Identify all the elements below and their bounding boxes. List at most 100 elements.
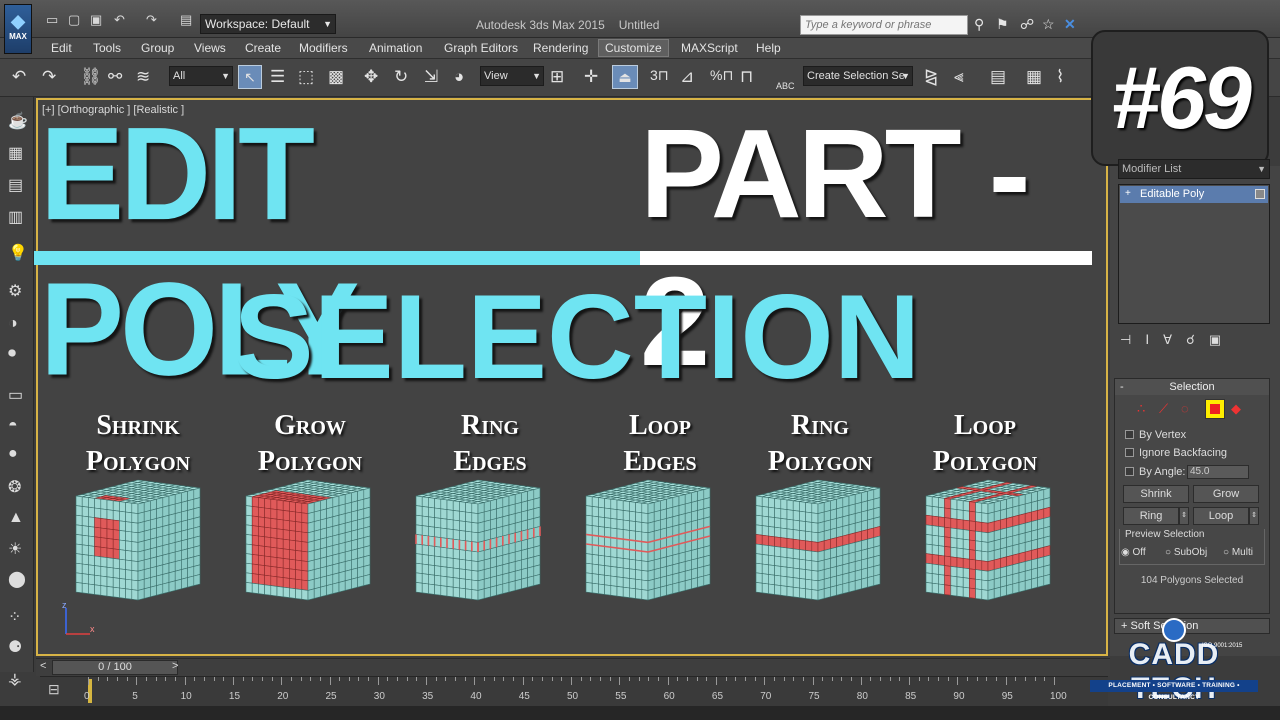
rotate-icon[interactable]: ↻ — [394, 67, 408, 87]
collapse-icon[interactable]: - — [1120, 379, 1124, 395]
menu-edit[interactable]: Edit — [51, 41, 72, 55]
exchange-icon[interactable]: ✕ — [1064, 16, 1076, 33]
modifier-stack[interactable]: + Editable Poly — [1118, 184, 1270, 324]
communication-icon[interactable]: ☍ — [1020, 16, 1034, 33]
menu-customize[interactable]: Customize — [598, 39, 669, 57]
snap-toggle-icon[interactable]: 3⊓ — [650, 67, 669, 84]
favorites-icon[interactable]: ☆ — [1042, 16, 1055, 33]
show-end-result-icon[interactable]: Ⅰ — [1145, 332, 1163, 347]
curve-editor-icon[interactable]: ⌇ — [1056, 67, 1064, 87]
menu-help[interactable]: Help — [756, 41, 781, 55]
manipulate-icon[interactable]: ✛ — [584, 67, 598, 87]
torus-icon[interactable]: ⬤ — [8, 569, 26, 589]
scale-icon[interactable]: ⇲ — [424, 67, 438, 87]
modifier-list-dropdown[interactable]: Modifier List ▼ — [1118, 159, 1270, 179]
spinner-snap-icon[interactable]: ⊓ — [740, 67, 753, 87]
video-camera-icon[interactable]: ⏺ — [8, 345, 16, 363]
layer-manager-icon[interactable]: ▤ — [990, 67, 1006, 87]
new-scene-icon[interactable]: ▭ — [46, 12, 58, 28]
menu-views[interactable]: Views — [194, 41, 226, 55]
rect-select-icon[interactable]: ⬚ — [298, 67, 314, 87]
menu-group[interactable]: Group — [141, 41, 174, 55]
light-icon[interactable]: 💡 — [8, 243, 28, 263]
pin-stack-icon[interactable]: ⊣ — [1120, 332, 1145, 347]
angle-snap-icon[interactable]: ⊿ — [680, 67, 694, 87]
menu-tools[interactable]: Tools — [93, 41, 121, 55]
ring-spinner[interactable]: ⇕ — [1179, 507, 1189, 525]
time-slider-thumb[interactable]: 0 / 100 — [52, 660, 178, 675]
workspace-dropdown[interactable]: Workspace: Default ▼ — [200, 14, 336, 34]
redo-icon[interactable]: ↷ — [146, 12, 157, 28]
cone-icon[interactable]: ▲ — [8, 509, 24, 527]
keyboard-shortcut-override-icon[interactable]: ⏏ — [612, 65, 638, 89]
menu-create[interactable]: Create — [245, 41, 281, 55]
move-icon[interactable]: ✥ — [364, 67, 378, 87]
align-icon[interactable]: ⫷ — [954, 67, 964, 87]
border-level-icon[interactable]: ◌ — [1181, 401, 1189, 416]
preview-multi-radio[interactable]: ○ Multi — [1223, 547, 1253, 558]
menu-modifiers[interactable]: Modifiers — [299, 41, 348, 55]
sphere-icon[interactable]: ● — [8, 445, 18, 463]
edit-named-selection-icon[interactable]: ABC — [776, 81, 795, 91]
camera-icon[interactable]: ⚙ — [8, 281, 22, 301]
project-folder-icon[interactable]: ▤ — [180, 12, 192, 28]
menu-rendering[interactable]: Rendering — [533, 41, 588, 55]
undo-icon[interactable]: ↶ — [114, 12, 125, 28]
percent-snap-icon[interactable]: %⊓ — [710, 67, 733, 84]
menu-animation[interactable]: Animation — [369, 41, 422, 55]
geosphere-icon[interactable]: ❂ — [8, 477, 21, 497]
select-object-icon[interactable]: ↖ — [238, 65, 262, 89]
teapot-icon[interactable]: ☕ — [8, 111, 28, 131]
window-crossing-icon[interactable]: ▩ — [328, 67, 344, 87]
vertex-level-icon[interactable]: ∴ — [1137, 401, 1145, 417]
sun-icon[interactable]: ☀ — [8, 539, 22, 559]
subscription-icon[interactable]: ⚑ — [996, 16, 1009, 33]
shrink-button[interactable]: Shrink — [1123, 485, 1189, 503]
menu-maxscript[interactable]: MAXScript — [681, 41, 738, 55]
polygon-level-button[interactable] — [1205, 399, 1225, 419]
helper-icon[interactable]: ◑ — [8, 315, 18, 333]
tape-helper-icon[interactable]: ⚶ — [8, 669, 22, 689]
edge-level-icon[interactable]: ⟋ — [1159, 401, 1168, 417]
loop-button[interactable]: Loop — [1193, 507, 1249, 525]
ring-button[interactable]: Ring — [1123, 507, 1179, 525]
mini-curve-editor-icon[interactable]: ⊟ — [48, 681, 60, 698]
material-editor-icon[interactable]: ▦ — [8, 143, 23, 163]
scene-explorer-icon[interactable]: ▦ — [1026, 67, 1042, 87]
render-setup-icon[interactable]: ▤ — [8, 175, 23, 195]
preview-subobj-radio[interactable]: ○ SubObj — [1165, 547, 1207, 558]
open-file-icon[interactable]: ▢ — [68, 12, 80, 28]
mirror-icon[interactable]: ⧎ — [924, 67, 938, 87]
ignore-backfacing-checkbox[interactable]: Ignore Backfacing — [1125, 447, 1227, 459]
preview-off-radio[interactable]: ◉ Off — [1121, 547, 1146, 558]
make-unique-icon[interactable]: ∀ — [1163, 332, 1186, 347]
particle-icon[interactable]: ⁘ — [8, 607, 21, 627]
by-vertex-checkbox[interactable]: By Vertex — [1125, 429, 1186, 441]
next-frame-icon[interactable]: > — [172, 660, 178, 672]
bind-space-warp-icon[interactable]: ≋ — [136, 67, 150, 87]
named-selection-set-dropdown[interactable]: Create Selection Se ▼ — [803, 66, 913, 86]
stack-item-editable-poly[interactable]: + Editable Poly — [1120, 186, 1268, 203]
pivot-point-icon[interactable]: ⊞ — [550, 67, 564, 87]
angle-spinner[interactable]: 45.0 — [1187, 465, 1249, 479]
expand-icon[interactable]: + — [1125, 186, 1131, 202]
hemisphere-icon[interactable]: ◓ — [8, 417, 18, 435]
grow-button[interactable]: Grow — [1193, 485, 1259, 503]
prev-frame-icon[interactable]: < — [40, 660, 46, 672]
application-menu-button[interactable]: ◆ MAX — [4, 4, 32, 54]
element-level-icon[interactable]: ◆ — [1231, 401, 1241, 417]
select-by-name-icon[interactable]: ☰ — [270, 67, 285, 87]
selection-rollout-header[interactable]: - Selection — [1115, 379, 1269, 395]
undo-icon[interactable]: ↶ — [12, 67, 26, 87]
rendered-frame-icon[interactable]: ▥ — [8, 207, 23, 227]
configure-sets-icon[interactable]: ▣ — [1209, 332, 1235, 347]
light-bulb-icon[interactable] — [1255, 189, 1265, 199]
by-angle-checkbox[interactable]: By Angle: — [1125, 466, 1185, 478]
reference-coordinate-dropdown[interactable]: View ▼ — [480, 66, 544, 86]
remove-modifier-icon[interactable]: ☌ — [1186, 332, 1209, 347]
select-place-icon[interactable]: ◕ — [454, 67, 464, 87]
track-bar[interactable]: 0 5 10 15 20 25 30 35 40 45 50 55 60 65 70 75 80 85 90 95 10… — [40, 676, 1108, 706]
save-file-icon[interactable]: ▣ — [90, 12, 102, 28]
box-icon[interactable]: ▭ — [8, 385, 23, 405]
redo-icon[interactable]: ↷ — [42, 67, 56, 87]
